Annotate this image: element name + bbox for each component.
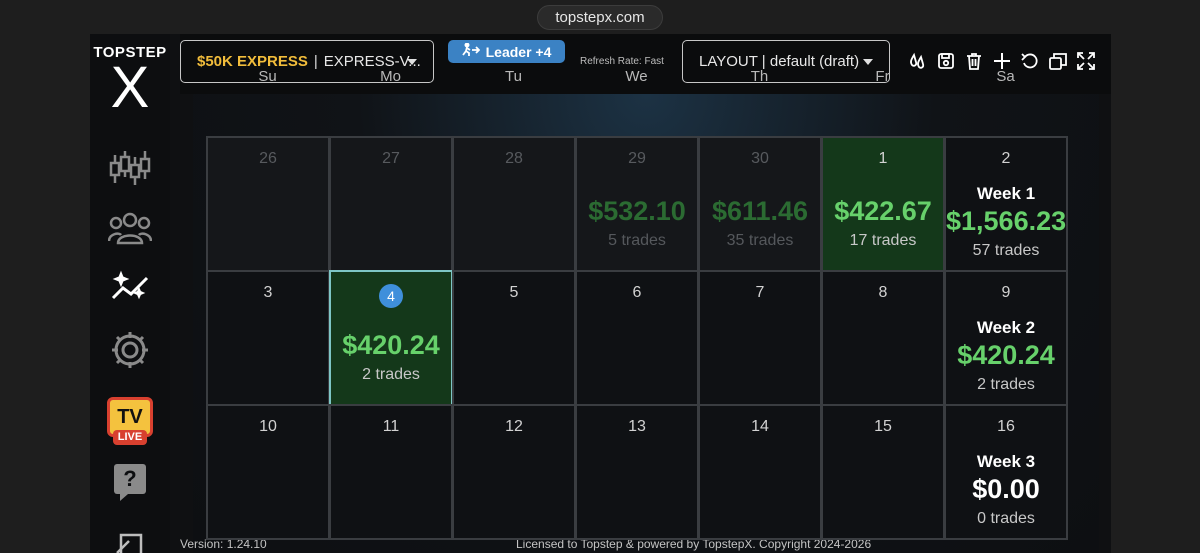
stats-icon[interactable] <box>106 265 154 307</box>
calendar-day-cell[interactable]: 4 $420.24 2 trades <box>329 270 453 406</box>
live-label: LIVE <box>113 430 147 445</box>
calendar-day-cell[interactable]: 10 <box>206 404 330 540</box>
brand-logo-x: X <box>110 55 150 120</box>
day-number: 16 <box>997 418 1015 435</box>
day-number: 28 <box>505 150 523 167</box>
day-number: 6 <box>632 284 642 301</box>
browser-bar: topstepx.com <box>0 0 1200 34</box>
day-number: 2 <box>1001 150 1011 167</box>
help-icon[interactable]: ? <box>106 462 154 504</box>
calendar-day-cell[interactable]: 30 $611.46 35 trades <box>698 136 822 272</box>
calendar-day-cell[interactable]: 1 $422.67 17 trades <box>821 136 945 272</box>
tv-live-icon[interactable]: TV LIVE <box>106 396 154 448</box>
week-summary-cell[interactable]: 2 Week 1 $1,566.23 57 trades <box>944 136 1068 272</box>
calendar-day-cell[interactable]: 11 <box>329 404 453 540</box>
day-number: 12 <box>505 418 523 435</box>
day-number: 3 <box>263 284 273 301</box>
weekday-th: Th <box>750 68 769 85</box>
calendar-day-cell[interactable]: 26 <box>206 136 330 272</box>
weekday-tu: Tu <box>505 68 522 85</box>
weekday-su: Su <box>258 68 277 85</box>
chevron-down-icon <box>407 59 417 65</box>
leader-label: Leader +4 <box>485 43 552 60</box>
week-label: Week 1 <box>976 184 1036 203</box>
day-number: 9 <box>1001 284 1011 301</box>
weekday-we: We <box>625 68 648 85</box>
weekday-sa: Sa <box>996 68 1015 85</box>
calendar-day-cell[interactable]: 5 <box>452 270 576 406</box>
calendar-day-cell[interactable]: 7 <box>698 270 822 406</box>
week-summary-cell[interactable]: 9 Week 2 $420.24 2 trades <box>944 270 1068 406</box>
help-label: ? <box>114 464 146 494</box>
day-trades: 5 trades <box>608 232 666 249</box>
week-label: Week 3 <box>976 452 1036 471</box>
weekday-fr: Fr <box>875 68 890 85</box>
calendar-day-cell[interactable]: 27 <box>329 136 453 272</box>
toolbar: $50K EXPRESS | EXPRESS-V... Leader +4 Re… <box>180 34 1111 94</box>
day-number: 10 <box>259 418 277 435</box>
gear-icon[interactable] <box>106 329 154 371</box>
day-trades: 2 trades <box>362 366 420 383</box>
day-pnl: $532.10 <box>588 196 686 226</box>
week-label: Week 2 <box>976 318 1036 337</box>
day-number: 1 <box>878 150 888 167</box>
day-number: 7 <box>755 284 765 301</box>
calendar-grid: 26 27 28 29 $532.10 5 trades 30 $611.46 35 trade… <box>206 136 1068 553</box>
week-trades: 57 trades <box>972 242 1040 259</box>
url-bar[interactable]: topstepx.com <box>537 5 663 30</box>
day-number: 13 <box>628 418 646 435</box>
day-number: 30 <box>751 150 769 167</box>
calendar-day-cell[interactable]: 8 <box>821 270 945 406</box>
refresh-rate: Refresh Rate: Fast <box>580 56 664 67</box>
day-number: 14 <box>751 418 769 435</box>
users-icon[interactable] <box>106 207 154 249</box>
calendar-day-cell[interactable]: 6 <box>575 270 699 406</box>
day-number: 8 <box>878 284 888 301</box>
chart-icon[interactable] <box>106 147 154 189</box>
day-trades: 17 trades <box>849 232 917 249</box>
sidebar: TOPSTEP X TV LIVE ? <box>90 34 170 553</box>
calendar-day-cell[interactable]: 3 <box>206 270 330 406</box>
calendar-day-cell[interactable]: 14 <box>698 404 822 540</box>
day-number: 15 <box>874 418 892 435</box>
chevron-down-icon <box>863 59 873 65</box>
calendar-day-cell[interactable]: 12 <box>452 404 576 540</box>
week-pnl: $0.00 <box>972 474 1040 504</box>
calendar-day-cell[interactable]: 28 <box>452 136 576 272</box>
day-pnl: $611.46 <box>711 196 809 226</box>
day-number: 26 <box>259 150 277 167</box>
week-pnl: $420.24 <box>957 340 1055 370</box>
week-trades: 0 trades <box>977 510 1035 527</box>
day-pnl: $420.24 <box>342 330 440 360</box>
leader-icon <box>461 42 480 60</box>
day-pnl: $422.67 <box>834 196 932 226</box>
day-number: 29 <box>628 150 646 167</box>
weekday-mo: Mo <box>380 68 401 85</box>
day-number: 27 <box>382 150 400 167</box>
day-number: 11 <box>382 418 400 435</box>
week-pnl: $1,566.23 <box>946 206 1067 236</box>
calendar-day-cell[interactable]: 13 <box>575 404 699 540</box>
calendar-day-cell[interactable]: 15 <box>821 404 945 540</box>
leader-badge[interactable]: Leader +4 <box>448 40 565 63</box>
day-number: 5 <box>509 284 519 301</box>
week-summary-cell[interactable]: 16 Week 3 $0.00 0 trades <box>944 404 1068 540</box>
calendar-day-cell[interactable]: 29 $532.10 5 trades <box>575 136 699 272</box>
logout-icon[interactable] <box>106 531 154 553</box>
day-trades: 35 trades <box>726 232 794 249</box>
week-trades: 2 trades <box>977 376 1035 393</box>
today-badge: 4 <box>379 284 403 308</box>
expand-icon[interactable] <box>1075 50 1097 72</box>
